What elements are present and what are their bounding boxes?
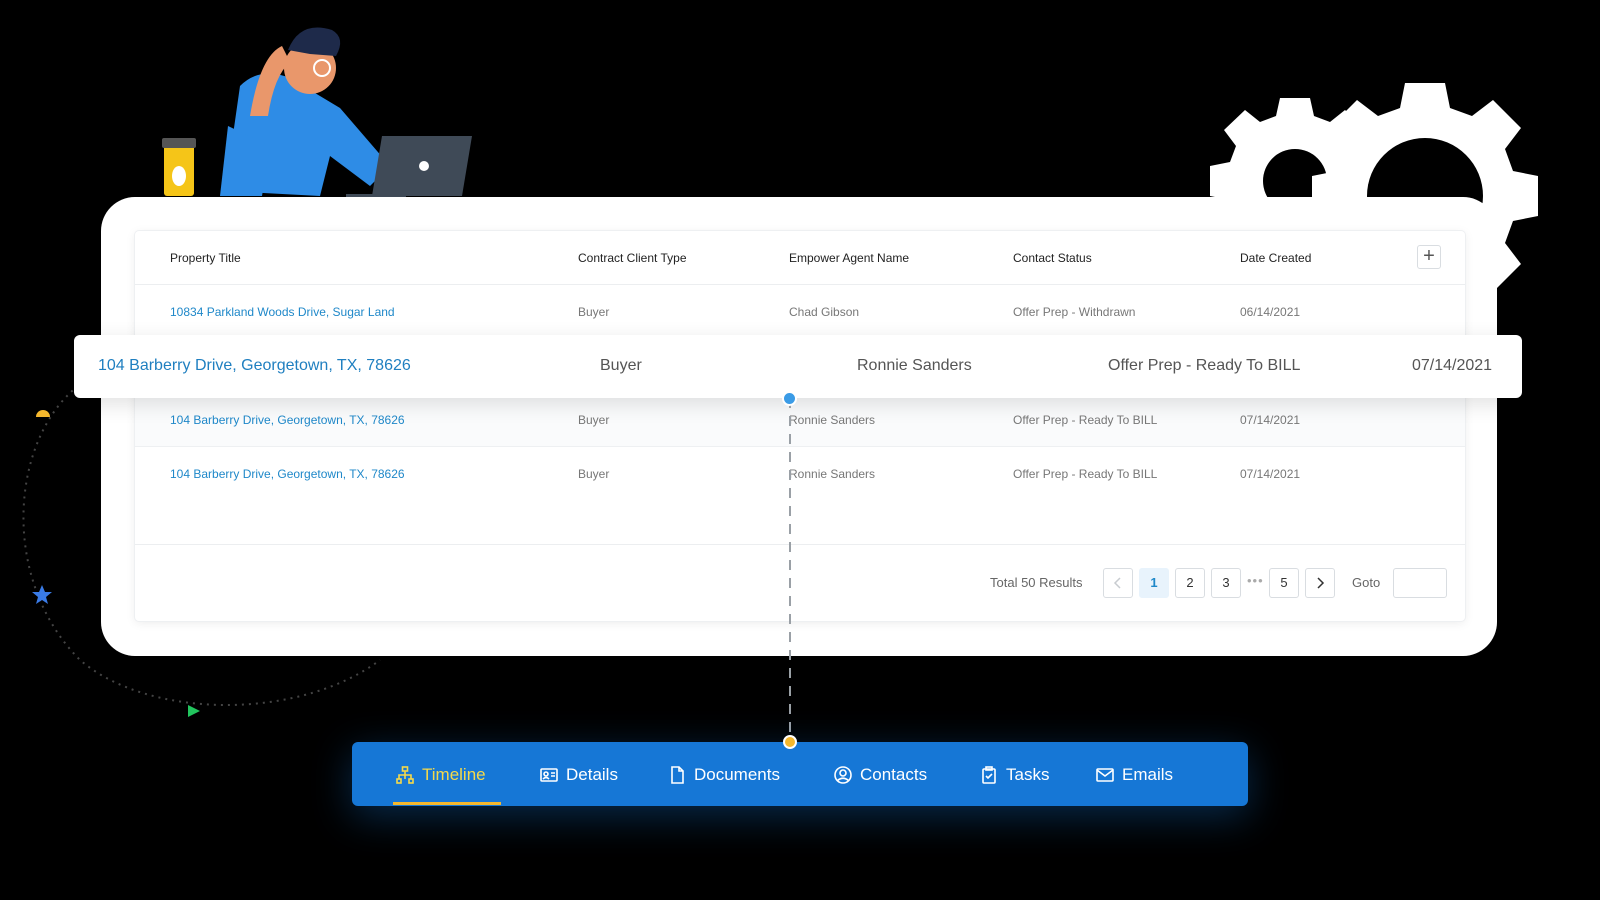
column-header-agent-name[interactable]: Empower Agent Name bbox=[789, 251, 909, 265]
client-type-cell: Buyer bbox=[578, 413, 610, 427]
total-results-text: Total 50 Results bbox=[990, 575, 1083, 590]
tab-documents[interactable]: Documents bbox=[668, 762, 780, 788]
dashed-connector-line bbox=[789, 398, 791, 743]
tab-label: Details bbox=[566, 765, 618, 784]
tab-timeline[interactable]: Timeline bbox=[396, 762, 486, 788]
highlighted-table-row[interactable]: 104 Barberry Drive, Georgetown, TX, 7862… bbox=[74, 335, 1522, 398]
chevron-left-icon bbox=[1113, 577, 1121, 589]
column-header-property-title[interactable]: Property Title bbox=[170, 251, 241, 265]
tab-tasks[interactable]: Tasks bbox=[980, 762, 1049, 788]
person-with-laptop-illustration bbox=[162, 27, 472, 199]
clipboard-check-icon bbox=[982, 766, 996, 784]
contact-status-cell: Offer Prep - Withdrawn bbox=[1013, 305, 1136, 319]
date-created-cell: 07/14/2021 bbox=[1240, 467, 1301, 481]
add-column-button[interactable]: + bbox=[1417, 245, 1441, 269]
tab-label: Emails bbox=[1122, 765, 1174, 784]
page-button-1[interactable]: 1 bbox=[1139, 568, 1169, 598]
table-header: Property Title Contract Client Type Empo… bbox=[135, 231, 1465, 285]
chevron-right-icon bbox=[1317, 577, 1325, 589]
connector-dot-top bbox=[782, 391, 797, 406]
table-row[interactable]: 104 Barberry Drive, Georgetown, TX, 7862… bbox=[135, 447, 1465, 501]
tab-contacts[interactable]: Contacts bbox=[834, 762, 927, 788]
envelope-icon bbox=[1096, 768, 1114, 782]
agent-name-cell: Ronnie Sanders bbox=[789, 467, 876, 481]
page-button-2[interactable]: 2 bbox=[1175, 568, 1205, 598]
property-title-link[interactable]: 10834 Parkland Woods Drive, Sugar Land bbox=[170, 305, 395, 319]
next-page-button[interactable] bbox=[1305, 568, 1335, 598]
tab-label: Timeline bbox=[422, 765, 486, 784]
prev-page-button[interactable] bbox=[1103, 568, 1133, 598]
client-type-cell: Buyer bbox=[578, 305, 610, 319]
active-tab-indicator bbox=[393, 802, 501, 805]
contact-status-cell: Offer Prep - Ready To BILL bbox=[1108, 357, 1301, 374]
date-created-cell: 06/14/2021 bbox=[1240, 305, 1301, 319]
property-title-link[interactable]: 104 Barberry Drive, Georgetown, TX, 7862… bbox=[170, 413, 405, 427]
pagination-divider bbox=[135, 544, 1465, 545]
plus-icon: + bbox=[1423, 245, 1435, 267]
pagination-ellipsis[interactable]: ••• bbox=[1247, 573, 1264, 588]
id-card-icon bbox=[540, 768, 558, 782]
goto-label: Goto bbox=[1352, 575, 1381, 590]
sitemap-icon bbox=[396, 766, 414, 784]
client-type-cell: Buyer bbox=[600, 357, 642, 374]
page-button-5[interactable]: 5 bbox=[1269, 568, 1299, 598]
tab-details[interactable]: Details bbox=[540, 762, 618, 788]
tab-bar: Timeline Details Documents Contacts Task… bbox=[352, 742, 1248, 806]
date-created-cell: 07/14/2021 bbox=[1240, 413, 1301, 427]
table-row[interactable]: 104 Barberry Drive, Georgetown, TX, 7862… bbox=[135, 393, 1465, 447]
contracts-table: Property Title Contract Client Type Empo… bbox=[135, 231, 1465, 621]
client-type-cell: Buyer bbox=[578, 467, 610, 481]
column-header-client-type[interactable]: Contract Client Type bbox=[578, 251, 687, 265]
agent-name-cell: Ronnie Sanders bbox=[789, 413, 876, 427]
tab-label: Tasks bbox=[1006, 765, 1050, 784]
property-title-link[interactable]: 104 Barberry Drive, Georgetown, TX, 7862… bbox=[170, 467, 405, 481]
tab-emails[interactable]: Emails bbox=[1096, 762, 1173, 788]
date-created-cell: 07/14/2021 bbox=[1412, 357, 1493, 374]
tab-label: Documents bbox=[694, 765, 780, 784]
contact-status-cell: Offer Prep - Ready To BILL bbox=[1013, 467, 1158, 481]
document-icon bbox=[671, 766, 684, 784]
column-header-contact-status[interactable]: Contact Status bbox=[1013, 251, 1092, 265]
connector-dot-bottom bbox=[783, 735, 797, 749]
goto-page-input[interactable] bbox=[1393, 568, 1447, 598]
column-header-date-created[interactable]: Date Created bbox=[1240, 251, 1311, 265]
tab-label: Contacts bbox=[860, 765, 928, 784]
user-circle-icon bbox=[834, 766, 852, 784]
page-button-3[interactable]: 3 bbox=[1211, 568, 1241, 598]
contact-status-cell: Offer Prep - Ready To BILL bbox=[1013, 413, 1158, 427]
table-row[interactable]: 10834 Parkland Woods Drive, Sugar Land B… bbox=[135, 285, 1465, 339]
agent-name-cell: Ronnie Sanders bbox=[857, 357, 972, 374]
agent-name-cell: Chad Gibson bbox=[789, 305, 860, 319]
property-title-link[interactable]: 104 Barberry Drive, Georgetown, TX, 7862… bbox=[98, 357, 411, 375]
